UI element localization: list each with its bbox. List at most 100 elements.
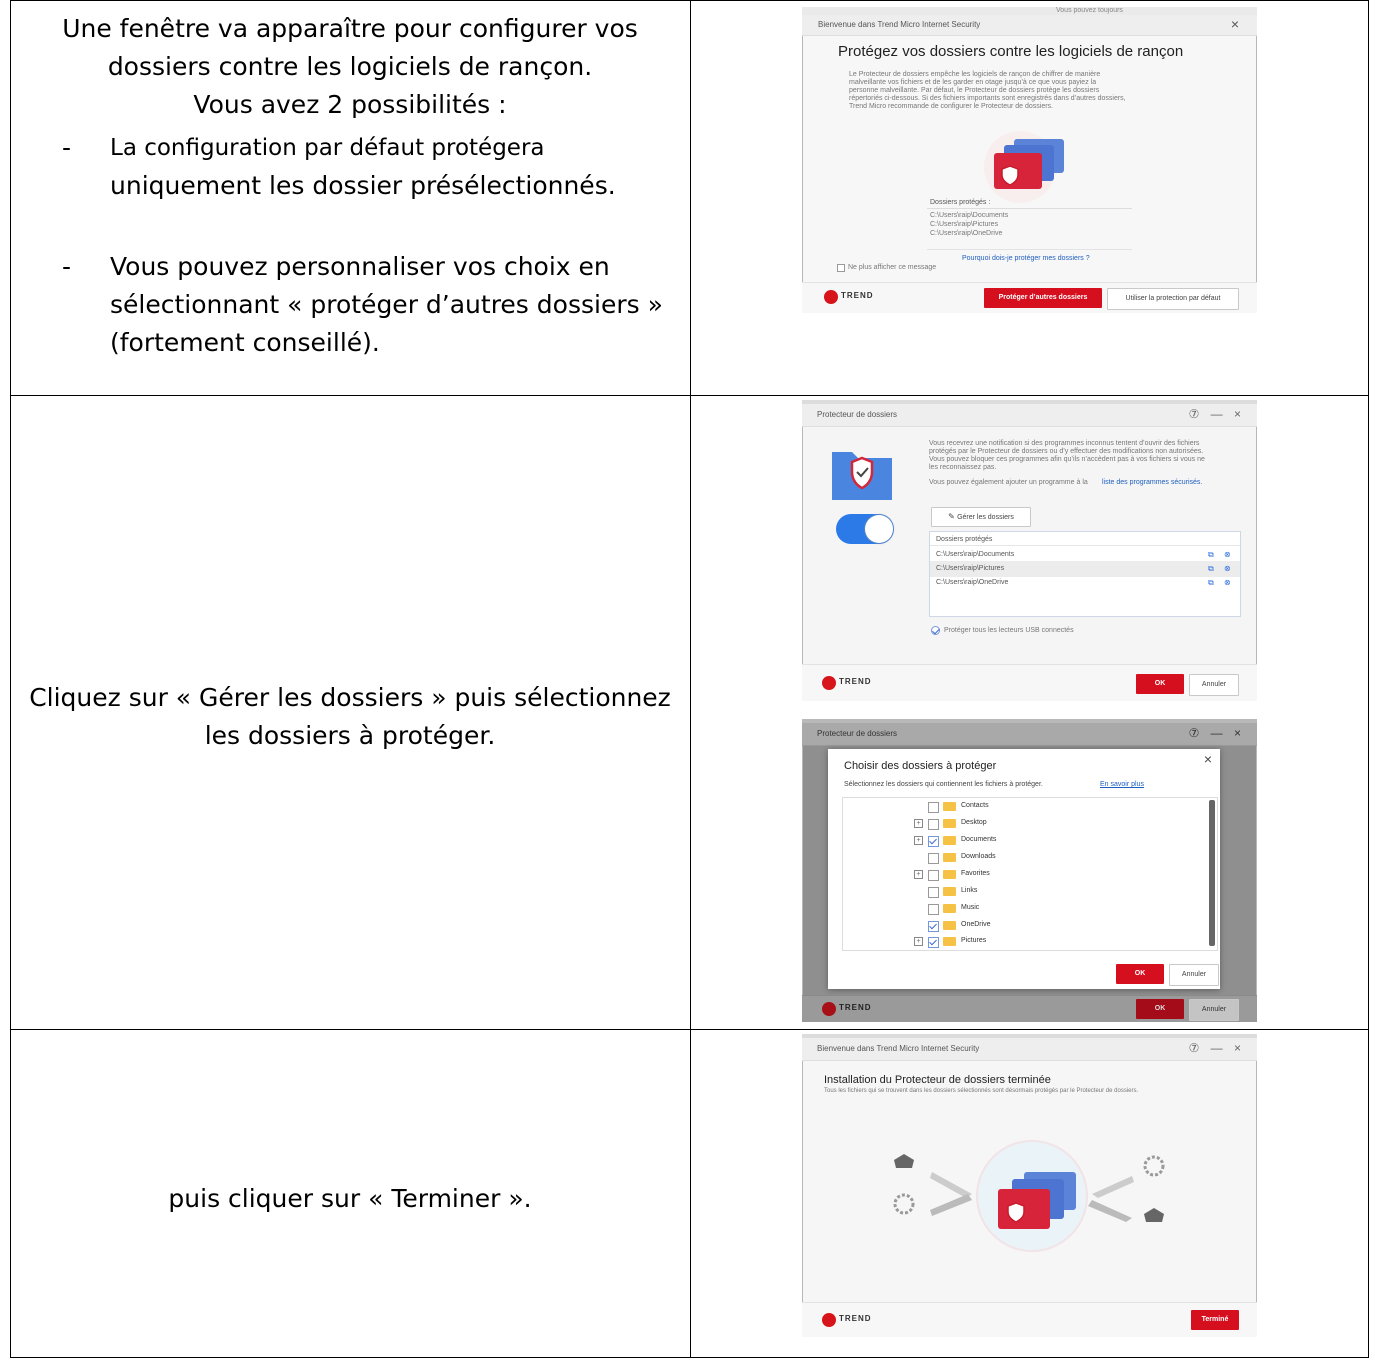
dialog-cancel-button[interactable]: Annuler [1169, 964, 1219, 986]
tree-item-onedrive[interactable]: OneDrive [843, 918, 1203, 934]
tree-checkbox[interactable] [928, 836, 939, 847]
window-footer: TREND Protéger d’autres dossiers Utilise… [802, 282, 1257, 313]
description-line3: personne malveillante. Par défaut, le Pr… [849, 87, 1100, 94]
completion-heading: Installation du Protecteur de dossiers t… [824, 1074, 1051, 1086]
window-footer: TREND OK Annuler [802, 995, 1257, 1022]
info-line2: protégés par le Protecteur de dossiers o… [929, 448, 1204, 455]
manage-folders-button[interactable]: ✎ Gérer les dossiers [931, 507, 1031, 527]
folder-icon [943, 836, 956, 845]
info-line1: Vous recevrez une notification si des pr… [929, 440, 1200, 447]
tree-item-links[interactable]: Links [843, 884, 1203, 900]
window-titlebar: Protecteur de dossiers ⑦ — × [802, 723, 1257, 746]
folder-icon [943, 802, 956, 811]
folders-divider [927, 208, 1132, 209]
expand-icon[interactable]: + [914, 937, 923, 946]
usb-checkbox[interactable] [931, 626, 940, 635]
table-border-left [10, 0, 11, 1358]
window-controls[interactable]: ⑦ — × [1189, 1041, 1245, 1055]
why-protect-link[interactable]: Pourquoi dois-je protéger mes dossiers ? [962, 255, 1090, 263]
dialog-title: Choisir des dossiers à protéger [844, 760, 997, 772]
finish-button[interactable]: Terminé [1191, 1310, 1239, 1330]
window-title: Protecteur de dossiers [817, 410, 898, 419]
remove-icon[interactable]: ⊗ [1224, 564, 1231, 573]
tree-item-favorites[interactable]: + Favorites [843, 867, 1203, 883]
tree-item-documents[interactable]: + Documents [843, 833, 1203, 849]
folder-tree: Contacts + Desktop + Documents Downloads… [842, 797, 1218, 951]
open-folder-icon[interactable]: ⧉ [1208, 578, 1214, 588]
pencil-icon: ✎ [948, 512, 958, 521]
dialog-description: Sélectionnez les dossiers qui contiennen… [844, 781, 1043, 788]
protect-other-folders-button[interactable]: Protéger d’autres dossiers [984, 288, 1102, 308]
trend-logo: TREND [822, 1312, 877, 1328]
row1-bullet2-line1: Vous pouvez personnaliser vos choix en [110, 252, 610, 281]
tree-item-label: Contacts [961, 802, 989, 809]
completion-subheading: Tous les fichiers qui se trouvent dans l… [824, 1088, 1139, 1094]
tree-checkbox[interactable] [928, 853, 939, 864]
row1-bullet1-line1: La configuration par défaut protégera [110, 135, 545, 161]
dont-show-checkbox[interactable] [837, 264, 845, 272]
tree-scrollbar-thumb[interactable] [1209, 800, 1215, 946]
open-folder-icon[interactable]: ⧉ [1208, 550, 1214, 560]
tree-item-desktop[interactable]: + Desktop [843, 816, 1203, 832]
tree-item-contacts[interactable]: Contacts [843, 799, 1203, 815]
tree-item-pictures[interactable]: + Pictures [843, 934, 1203, 950]
folder-icon [943, 921, 956, 930]
list-header-divider [930, 545, 1240, 546]
remove-icon[interactable]: ⊗ [1224, 578, 1231, 587]
protected-folders-label: Dossiers protégés : [930, 199, 991, 206]
tree-item-music[interactable]: Music [843, 901, 1203, 917]
expand-icon[interactable]: + [914, 836, 923, 845]
close-icon[interactable]: × [1231, 16, 1239, 32]
folder-icon [943, 853, 956, 862]
protection-toggle[interactable] [836, 514, 894, 544]
cancel-button[interactable]: Annuler [1189, 674, 1239, 696]
window-controls[interactable]: ⑦ — × [1189, 726, 1245, 740]
folder-icon [943, 937, 956, 946]
table-border-right [1368, 0, 1369, 1358]
tree-item-label: Favorites [961, 870, 990, 877]
table-column-divider [690, 0, 691, 1358]
tree-checkbox[interactable] [928, 887, 939, 898]
document-page: Une fenêtre va apparaître pour configure… [10, 0, 1369, 1358]
cancel-button[interactable]: Annuler [1189, 999, 1239, 1021]
expand-icon[interactable]: + [914, 870, 923, 879]
tree-checkbox[interactable] [928, 819, 939, 830]
row1-bullet1-line2: uniquement les dossier présélectionnés. [110, 171, 616, 200]
window-titlebar: Bienvenue dans Trend Micro Internet Secu… [802, 1038, 1257, 1061]
folder-icon [943, 870, 956, 879]
expand-icon[interactable]: + [914, 819, 923, 828]
tree-checkbox[interactable] [928, 937, 939, 948]
screenshot-folder-protector: Protecteur de dossiers ⑦ — × Vous recevr… [802, 400, 1257, 701]
folder-path-3: C:\Users\raip\OneDrive [930, 230, 1003, 237]
manage-folders-label: Gérer les dossiers [957, 514, 1014, 521]
use-default-protection-button[interactable]: Utiliser la protection par défaut [1107, 288, 1239, 310]
trend-logo: TREND [824, 289, 879, 305]
remove-icon[interactable]: ⊗ [1224, 550, 1231, 559]
tree-item-downloads[interactable]: Downloads [843, 850, 1203, 866]
safe-programs-link[interactable]: liste des programmes sécurisés. [1102, 479, 1202, 487]
dialog-close-icon[interactable]: × [1204, 751, 1212, 767]
dialog-ok-button[interactable]: OK [1116, 964, 1164, 984]
window-controls[interactable]: ⑦ — × [1189, 407, 1245, 421]
tree-item-label: Desktop [961, 819, 987, 826]
trend-logo-text: TREND [839, 1003, 872, 1012]
tree-checkbox[interactable] [928, 904, 939, 915]
dont-show-label: Ne plus afficher ce message [848, 264, 937, 271]
ok-button[interactable]: OK [1136, 999, 1184, 1019]
row1-bullet2-line3: (fortement conseillé). [110, 328, 380, 357]
tree-checkbox[interactable] [928, 802, 939, 813]
link-divider [927, 249, 1132, 250]
tree-checkbox[interactable] [928, 921, 939, 932]
folder-icon [943, 904, 956, 913]
learn-more-link[interactable]: En savoir plus [1100, 781, 1144, 789]
usb-label: Protéger tous les lecteurs USB connectés [944, 627, 1074, 634]
table-row[interactable]: C:\Users\raip\OneDrive ⧉ ⊗ [930, 575, 1240, 591]
ok-button[interactable]: OK [1136, 674, 1184, 694]
tree-checkbox[interactable] [928, 870, 939, 881]
welcome-heading: Protégez vos dossiers contre les logicie… [838, 43, 1184, 60]
folder-icon [943, 819, 956, 828]
info-line3: Vous pouvez bloquer ces programmes afin … [929, 456, 1205, 463]
tree-scrollbar[interactable] [1209, 800, 1215, 946]
taskbar-strip: Vous pouvez toujours [802, 7, 1257, 15]
open-folder-icon[interactable]: ⧉ [1208, 564, 1214, 574]
